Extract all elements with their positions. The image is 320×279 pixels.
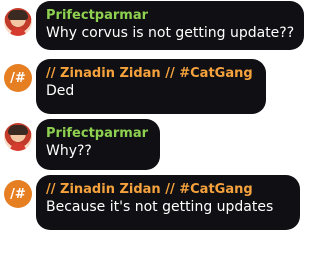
sender-name[interactable]: // Zinadin Zidan // #CatGang [46,181,290,198]
avatar-initials: /# [10,186,26,202]
avatar-shirt [10,28,26,36]
message-bubble[interactable]: // Zinadin Zidan // #CatGang Ded [36,59,266,114]
message-text: Ded [46,83,75,99]
sender-name[interactable]: Prifectparmar [46,125,150,142]
message-bubble[interactable]: // Zinadin Zidan // #CatGang Because it'… [36,175,300,230]
avatar-hair [8,125,28,135]
message-text: Because it's not getting updates [46,199,274,215]
user-avatar[interactable] [4,123,32,151]
avatar-initials: /# [10,70,26,86]
sender-name[interactable]: // Zinadin Zidan // #CatGang [46,65,256,82]
message-bubble[interactable]: Prifectparmar Why corvus is not getting … [36,1,304,50]
hash-avatar[interactable]: /# [4,64,32,92]
message-bubble[interactable]: Prifectparmar Why?? [36,119,160,170]
sender-name[interactable]: Prifectparmar [46,7,294,24]
user-avatar[interactable] [4,8,32,36]
message-text: Why corvus is not getting update?? [46,25,295,41]
avatar-hair [8,10,28,20]
message-text: Why?? [46,143,92,159]
avatar-shirt [10,143,26,151]
hash-avatar[interactable]: /# [4,180,32,208]
